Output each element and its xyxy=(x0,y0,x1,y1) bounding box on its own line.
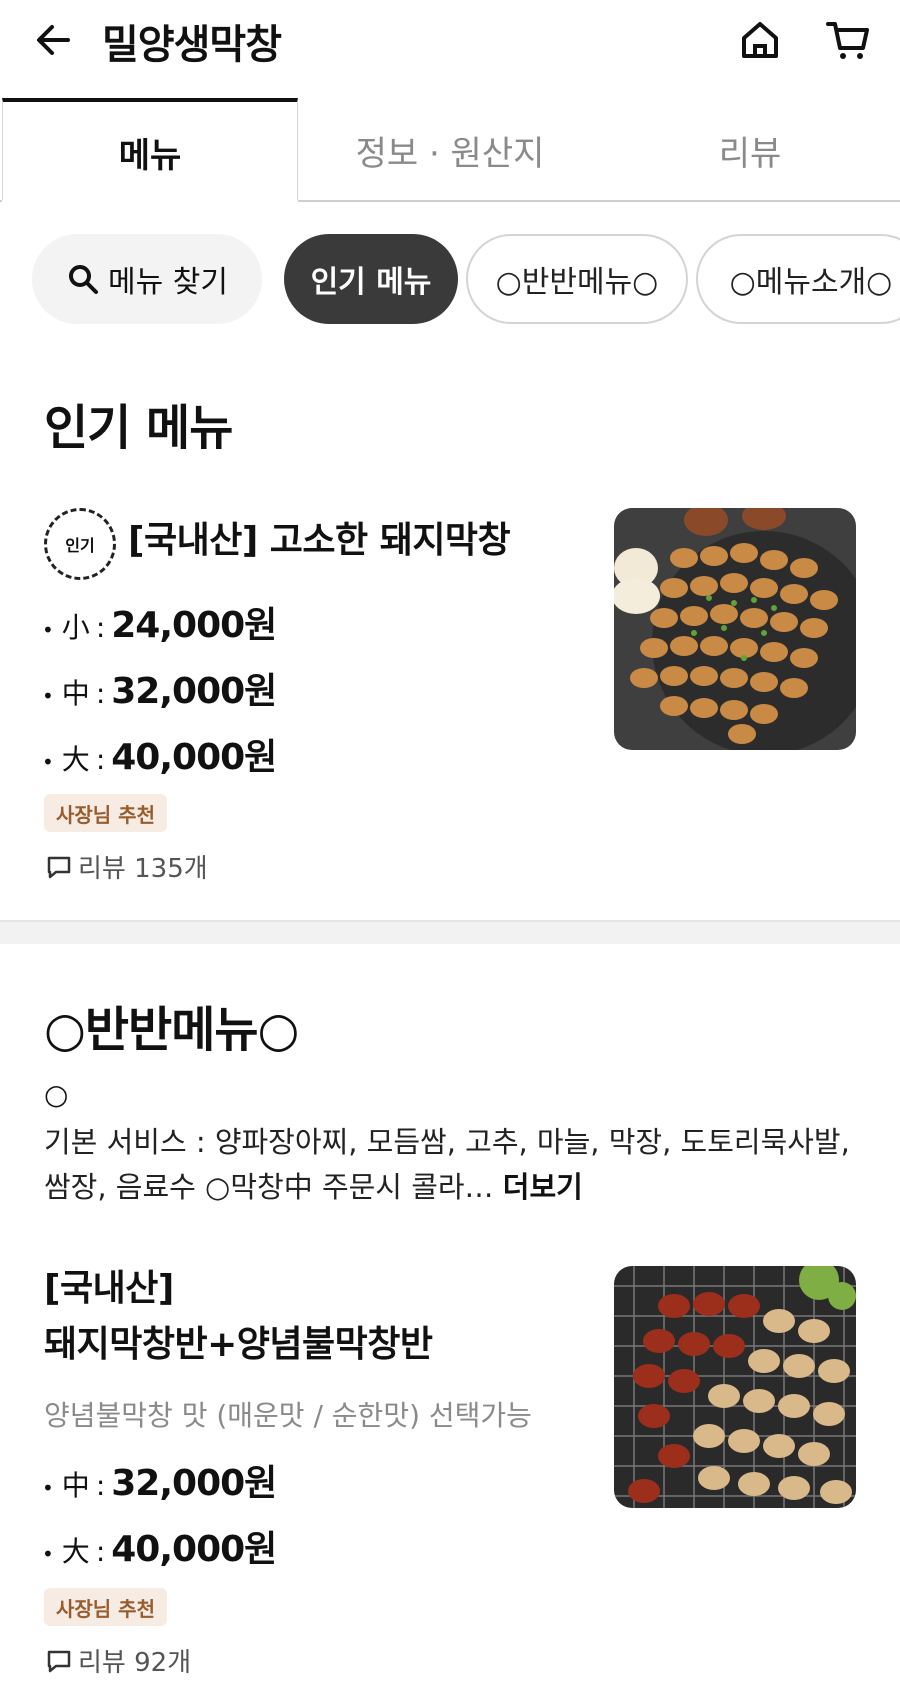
tab-info-origin[interactable]: 정보 · 원산지 xyxy=(300,98,600,202)
menu-item-title-line1: [국내산] xyxy=(44,1268,174,1309)
size-label: 中 xyxy=(61,677,90,710)
section-description-text: 기본 서비스 : 양파장아찌, 모듬쌈, 고추, 마늘, 막장, 도토리묵사발,… xyxy=(44,1125,850,1204)
chip-half-menu[interactable]: ○반반메뉴○ xyxy=(466,234,688,324)
review-count-label: 리뷰 135개 xyxy=(78,854,208,884)
section-title-popular: 인기 메뉴 xyxy=(44,400,233,456)
menu-search-chip[interactable]: 메뉴 찾기 xyxy=(32,234,262,324)
top-bar: 밀양생막창 xyxy=(0,0,900,88)
back-arrow-icon xyxy=(37,25,70,55)
store-title: 밀양생막창 xyxy=(102,22,282,68)
tab-info-label: 정보 · 원산지 xyxy=(355,133,545,174)
home-icon xyxy=(742,22,778,58)
size-label: 大 xyxy=(61,1535,90,1568)
home-button[interactable] xyxy=(734,14,786,66)
cart-icon xyxy=(826,22,869,59)
tab-underline-gap xyxy=(2,200,298,202)
price-value: 32,000원 xyxy=(111,671,277,712)
menu-item-title: [국내산] 고소한 돼지막창 xyxy=(128,520,511,561)
menu-item-title-line2: 돼지막창반+양념불막창반 xyxy=(44,1324,433,1365)
price-value: 40,000원 xyxy=(111,737,277,778)
popular-badge: 인기 xyxy=(44,508,116,580)
back-button[interactable] xyxy=(28,14,80,66)
section-divider xyxy=(0,920,900,944)
menu-item-photo xyxy=(614,508,856,750)
price-line: • 中 : 32,000원 xyxy=(42,662,277,714)
search-icon xyxy=(66,262,100,296)
price-value: 24,000원 xyxy=(111,605,277,646)
size-label: 小 xyxy=(61,611,90,644)
menu-item-subtitle: 양념불막창 맛 (매운맛 / 순한맛) 선택가능 xyxy=(44,1399,532,1432)
price-line: • 大 : 40,000원 xyxy=(42,728,277,780)
tab-menu[interactable]: 메뉴 xyxy=(2,98,298,202)
tab-bar: 메뉴 정보 · 원산지 리뷰 xyxy=(0,98,900,204)
price-line: • 小 : 24,000원 xyxy=(42,596,277,648)
comment-icon xyxy=(46,1648,72,1674)
section-desc-symbol: ○ xyxy=(44,1078,69,1111)
price-line: • 大 : 40,000원 xyxy=(42,1520,277,1572)
size-label: 中 xyxy=(61,1469,90,1502)
tab-menu-label: 메뉴 xyxy=(118,135,182,176)
price-line: • 中 : 32,000원 xyxy=(42,1454,277,1506)
review-count: 리뷰 92개 xyxy=(46,1642,191,1679)
more-link[interactable]: 더보기 xyxy=(503,1170,583,1204)
category-chips: 메뉴 찾기 인기 메뉴 ○반반메뉴○ ○메뉴소개○ xyxy=(0,234,900,326)
chip-menu-intro[interactable]: ○메뉴소개○ xyxy=(696,234,900,324)
comment-icon xyxy=(46,854,72,880)
review-count: 리뷰 135개 xyxy=(46,848,208,885)
chip-popular-menu[interactable]: 인기 메뉴 xyxy=(284,234,458,324)
tab-reviews-label: 리뷰 xyxy=(718,133,782,174)
cart-button[interactable] xyxy=(820,14,876,66)
price-value: 32,000원 xyxy=(111,1463,277,1504)
owner-recommend-tag: 사장님 추천 xyxy=(44,1588,167,1626)
review-count-label: 리뷰 92개 xyxy=(78,1648,192,1678)
menu-search-label: 메뉴 찾기 xyxy=(108,265,228,300)
tab-reviews[interactable]: 리뷰 xyxy=(600,98,900,202)
popular-badge-label: 인기 xyxy=(65,536,95,555)
menu-item-photo xyxy=(614,1266,856,1508)
owner-recommend-tag: 사장님 추천 xyxy=(44,794,167,832)
size-label: 大 xyxy=(61,743,90,776)
section-description: 기본 서비스 : 양파장아찌, 모듬쌈, 고추, 마늘, 막장, 도토리묵사발,… xyxy=(44,1120,864,1210)
price-value: 40,000원 xyxy=(111,1529,277,1570)
section-title-half: ○반반메뉴○ xyxy=(44,1002,299,1058)
